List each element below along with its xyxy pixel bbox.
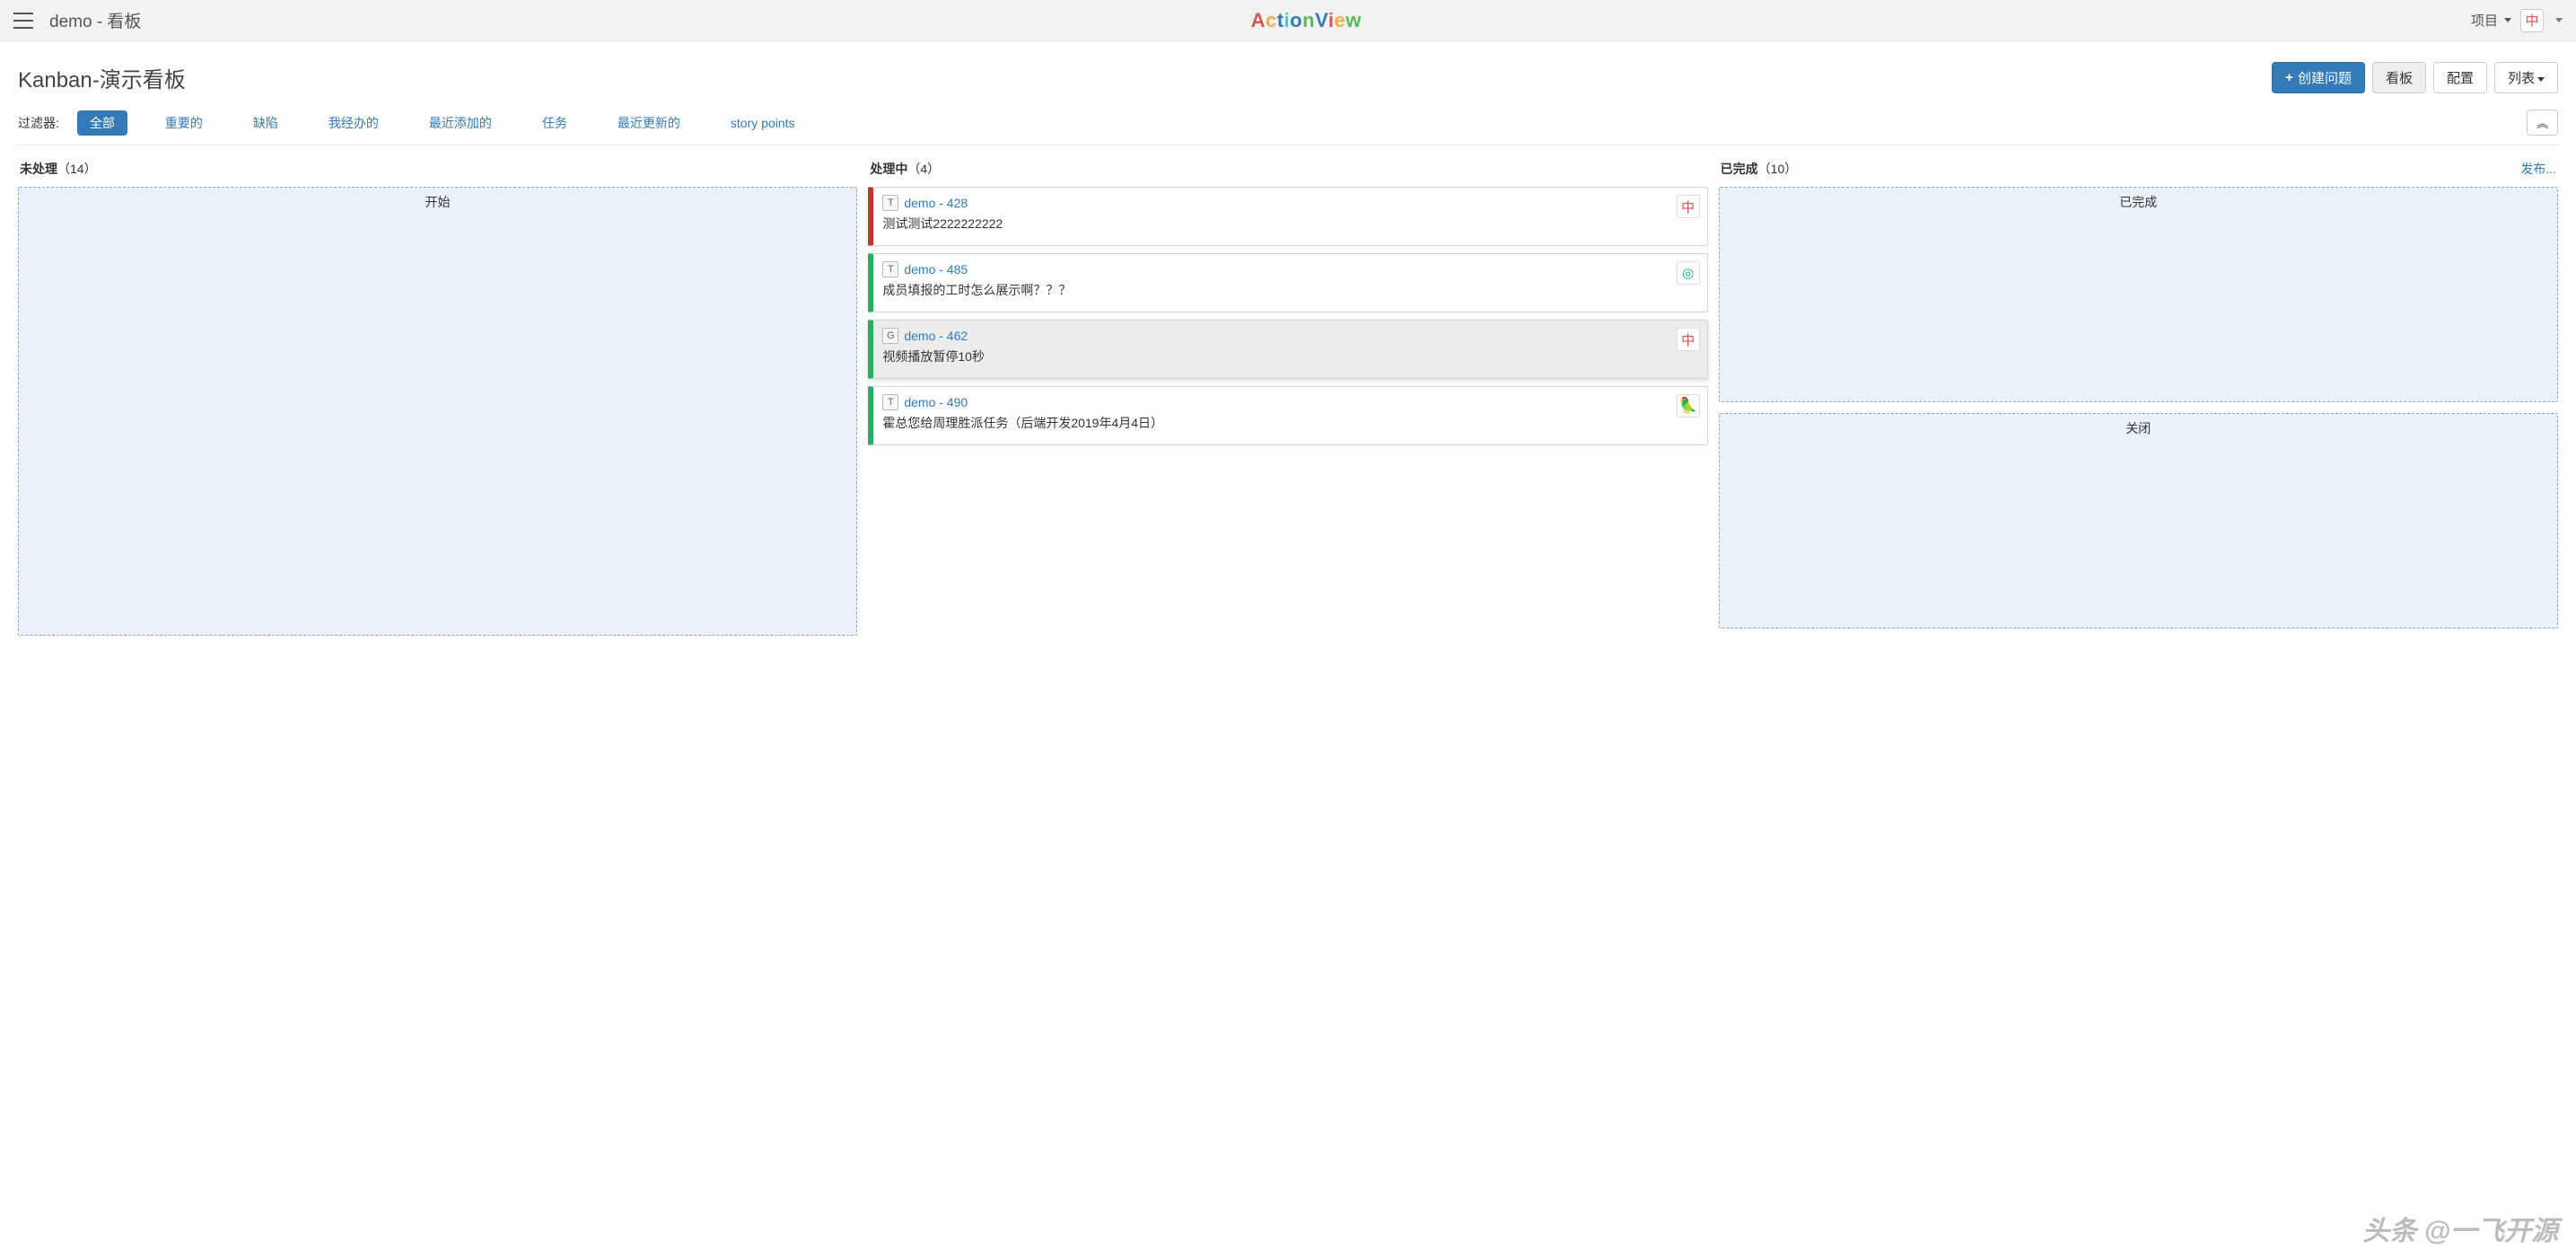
- topbar-right: 项目 中: [2471, 9, 2563, 32]
- issue-card[interactable]: Tdemo - 428 测试测试2222222222中: [868, 187, 1707, 246]
- column-已完成: 已完成（10）发布...已完成关闭: [1719, 156, 2558, 646]
- assignee-avatar[interactable]: ◎: [1677, 261, 1700, 285]
- column-处理中: 处理中（4）Tdemo - 428测试测试2222222222中Tdemo - …: [868, 156, 1707, 646]
- issue-link[interactable]: demo - 462: [904, 329, 968, 343]
- issue-title: 视频播放暂停10秒: [882, 347, 1697, 365]
- project-dropdown[interactable]: 项目: [2471, 11, 2511, 30]
- page-title: Kanban-演示看板: [18, 62, 186, 93]
- issue-card[interactable]: Tdemo - 485 成员填报的工时怎么展示啊？？？◎: [868, 253, 1707, 312]
- dropzone-关闭[interactable]: 关闭: [1719, 413, 2558, 628]
- kanban-view-button[interactable]: 看板: [2372, 62, 2426, 93]
- page-actions: +创建问题 看板 配置 列表: [2272, 62, 2558, 93]
- issue-title: 霍总您给周理胜派任务（后端开发2019年4月4日）: [882, 414, 1697, 432]
- watermark: 头条 @一飞开源: [2362, 1209, 2558, 1248]
- column-header: 未处理（14）: [18, 156, 857, 187]
- column-header: 处理中（4）: [868, 156, 1707, 187]
- column-未处理: 未处理（14）开始: [18, 156, 857, 646]
- issue-type-badge: T: [882, 394, 898, 410]
- issue-link[interactable]: demo - 490: [904, 395, 968, 409]
- create-issue-button[interactable]: +创建问题: [2272, 62, 2365, 93]
- assignee-avatar[interactable]: 中: [1677, 195, 1700, 218]
- filter-缺陷[interactable]: 缺陷: [241, 110, 291, 136]
- user-avatar[interactable]: 中: [2520, 9, 2544, 32]
- kanban-board: 未处理（14）开始处理中（4） Tdemo - 428 测试测试2222222222…: [18, 145, 2558, 646]
- filter-任务[interactable]: 任务: [530, 110, 580, 136]
- filter-story points[interactable]: story points: [718, 112, 808, 134]
- column-header: 已完成（10）发布...: [1719, 156, 2558, 187]
- topbar: demo - 看板 ActionView 项目 中: [0, 0, 2576, 41]
- filter-全部[interactable]: 全部: [77, 110, 127, 136]
- assignee-avatar[interactable]: 中: [1677, 328, 1700, 351]
- issue-card[interactable]: Gdemo - 462 视频播放暂停10秒中: [868, 320, 1707, 379]
- menu-icon[interactable]: [13, 13, 33, 29]
- issue-card[interactable]: Tdemo - 490 霍总您给周理胜派任务（后端开发2019年4月4日）🦜: [868, 386, 1707, 445]
- issue-title: 测试测试2222222222: [882, 215, 1697, 233]
- dropzone-label: 已完成: [1720, 188, 2557, 216]
- breadcrumb[interactable]: demo - 看板: [49, 8, 141, 32]
- issue-type-badge: T: [882, 195, 898, 211]
- filter-最近添加的[interactable]: 最近添加的: [416, 110, 504, 136]
- collapse-filters-button[interactable]: ︽: [2527, 110, 2558, 136]
- issue-title: 成员填报的工时怎么展示啊？？？: [882, 281, 1697, 299]
- release-link[interactable]: 发布...: [2520, 160, 2556, 178]
- issue-type-badge: G: [882, 328, 898, 344]
- dropzone-label: 开始: [19, 188, 856, 216]
- issue-link[interactable]: demo - 485: [904, 262, 968, 277]
- filter-row: 过滤器: 全部重要的缺陷我经办的最近添加的任务最近更新的 story points…: [18, 110, 2558, 136]
- filter-最近更新的[interactable]: 最近更新的: [605, 110, 693, 136]
- filter-label: 过滤器:: [18, 114, 59, 132]
- assignee-avatar[interactable]: 🦜: [1677, 394, 1700, 418]
- user-menu-caret[interactable]: [2555, 18, 2563, 22]
- config-button[interactable]: 配置: [2433, 62, 2487, 93]
- filter-重要的[interactable]: 重要的: [153, 110, 215, 136]
- dropzone-label: 关闭: [1720, 414, 2557, 443]
- filter-我经办的[interactable]: 我经办的: [316, 110, 391, 136]
- issue-type-badge: T: [882, 261, 898, 277]
- app-logo: ActionView: [141, 9, 2471, 32]
- dropzone-已完成[interactable]: 已完成: [1719, 187, 2558, 402]
- dropzone-开始[interactable]: 开始: [18, 187, 857, 636]
- list-dropdown-button[interactable]: 列表: [2494, 62, 2558, 93]
- issue-link[interactable]: demo - 428: [904, 196, 968, 210]
